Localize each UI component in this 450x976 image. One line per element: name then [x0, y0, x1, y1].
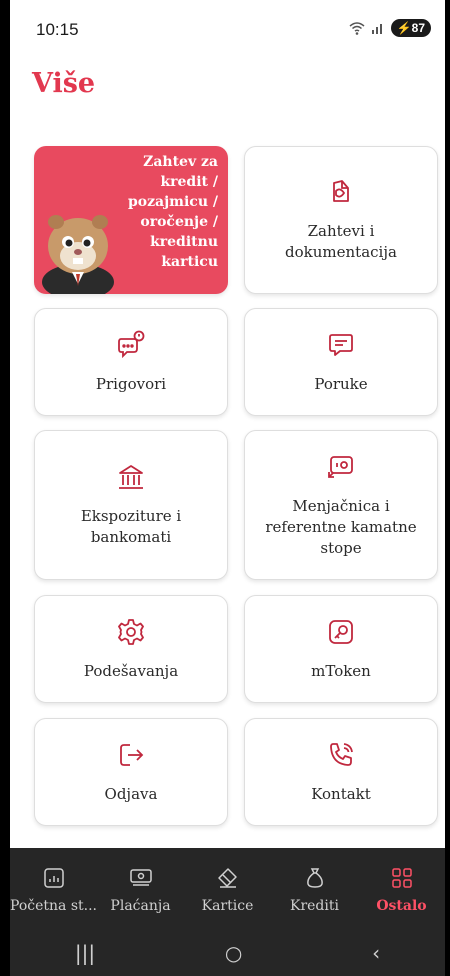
page-title: Više [32, 68, 96, 99]
home-icon[interactable]: ○ [225, 941, 242, 965]
nav-payments-label: Plaćanja [110, 898, 171, 914]
mtoken-label: mToken [311, 661, 371, 680]
contact-label: Kontakt [311, 784, 371, 803]
nav-home-label: Početna st... [10, 898, 98, 914]
message-icon [329, 333, 353, 356]
nav-loans[interactable]: Krediti [271, 848, 358, 930]
settings-label: Podešavanja [83, 661, 179, 680]
loan-request-label: Zahtev za kredit / pozajmicu / oročenje … [127, 154, 218, 270]
branches-atms-card[interactable]: Ekspoziture i bankomati [34, 430, 228, 580]
system-navigation-bar: ||| ○ ‹ [10, 930, 445, 976]
nav-home[interactable]: Početna st... [10, 848, 97, 930]
key-icon [329, 619, 353, 644]
logout-icon [120, 743, 144, 766]
exchange-rates-label: Menjačnica i referentne kamatne stope [265, 496, 417, 557]
loan-request-card[interactable]: Zahtev za kredit / pozajmicu / oročenje … [34, 146, 228, 294]
messages-label: Poruke [314, 374, 368, 393]
logout-label: Odjava [104, 784, 158, 803]
status-icons: ⚡87 [349, 19, 431, 37]
phone-icon [330, 742, 353, 766]
nav-cards-label: Kartice [201, 898, 254, 914]
battery-indicator: ⚡87 [390, 19, 431, 37]
documents-icon [333, 180, 349, 202]
phone-screen: 10:15 ⚡87 Više Zahtev za kredit / pozajm… [10, 0, 445, 976]
complaints-label: Prigovori [95, 374, 167, 393]
contact-card[interactable]: Kontakt [244, 718, 438, 826]
exchange-icon [328, 455, 353, 478]
exchange-rates-card[interactable]: Menjačnica i referentne kamatne stope [244, 430, 438, 580]
settings-card[interactable]: Podešavanja [34, 595, 228, 703]
bottom-navigation: Početna st... Plaćanja Kartice Krediti O… [10, 848, 445, 930]
wifi-icon [349, 22, 365, 35]
money-bag-icon [306, 868, 323, 888]
complaints-card[interactable]: Prigovori [34, 308, 228, 416]
logout-card[interactable]: Odjava [34, 718, 228, 826]
nav-cards[interactable]: Kartice [184, 848, 271, 930]
requests-documentation-label: Zahtevi i dokumentacija [285, 222, 397, 261]
chat-alert-icon [118, 330, 145, 358]
status-bar: 10:15 ⚡87 [10, 0, 445, 56]
mtoken-card[interactable]: mToken [244, 595, 438, 703]
requests-documentation-card[interactable]: Zahtevi i dokumentacija [244, 146, 438, 294]
card-icon [217, 868, 237, 888]
battery-level: 87 [411, 21, 425, 35]
messages-card[interactable]: Poruke [244, 308, 438, 416]
nav-more-label: Ostalo [376, 898, 427, 914]
gear-icon [118, 618, 144, 645]
bank-icon [119, 465, 143, 489]
signal-icon [371, 24, 382, 34]
branches-atms-label: Ekspoziture i bankomati [80, 507, 182, 546]
nav-more[interactable]: Ostalo [358, 848, 445, 930]
home-chart-icon [43, 868, 64, 888]
nav-loans-label: Krediti [290, 898, 339, 914]
grid-icon [391, 868, 412, 888]
banknote-icon [129, 869, 152, 886]
back-icon[interactable]: ‹ [372, 941, 380, 965]
recent-apps-icon[interactable]: ||| [75, 941, 95, 965]
status-time: 10:15 [36, 20, 79, 39]
nav-payments[interactable]: Plaćanja [97, 848, 184, 930]
